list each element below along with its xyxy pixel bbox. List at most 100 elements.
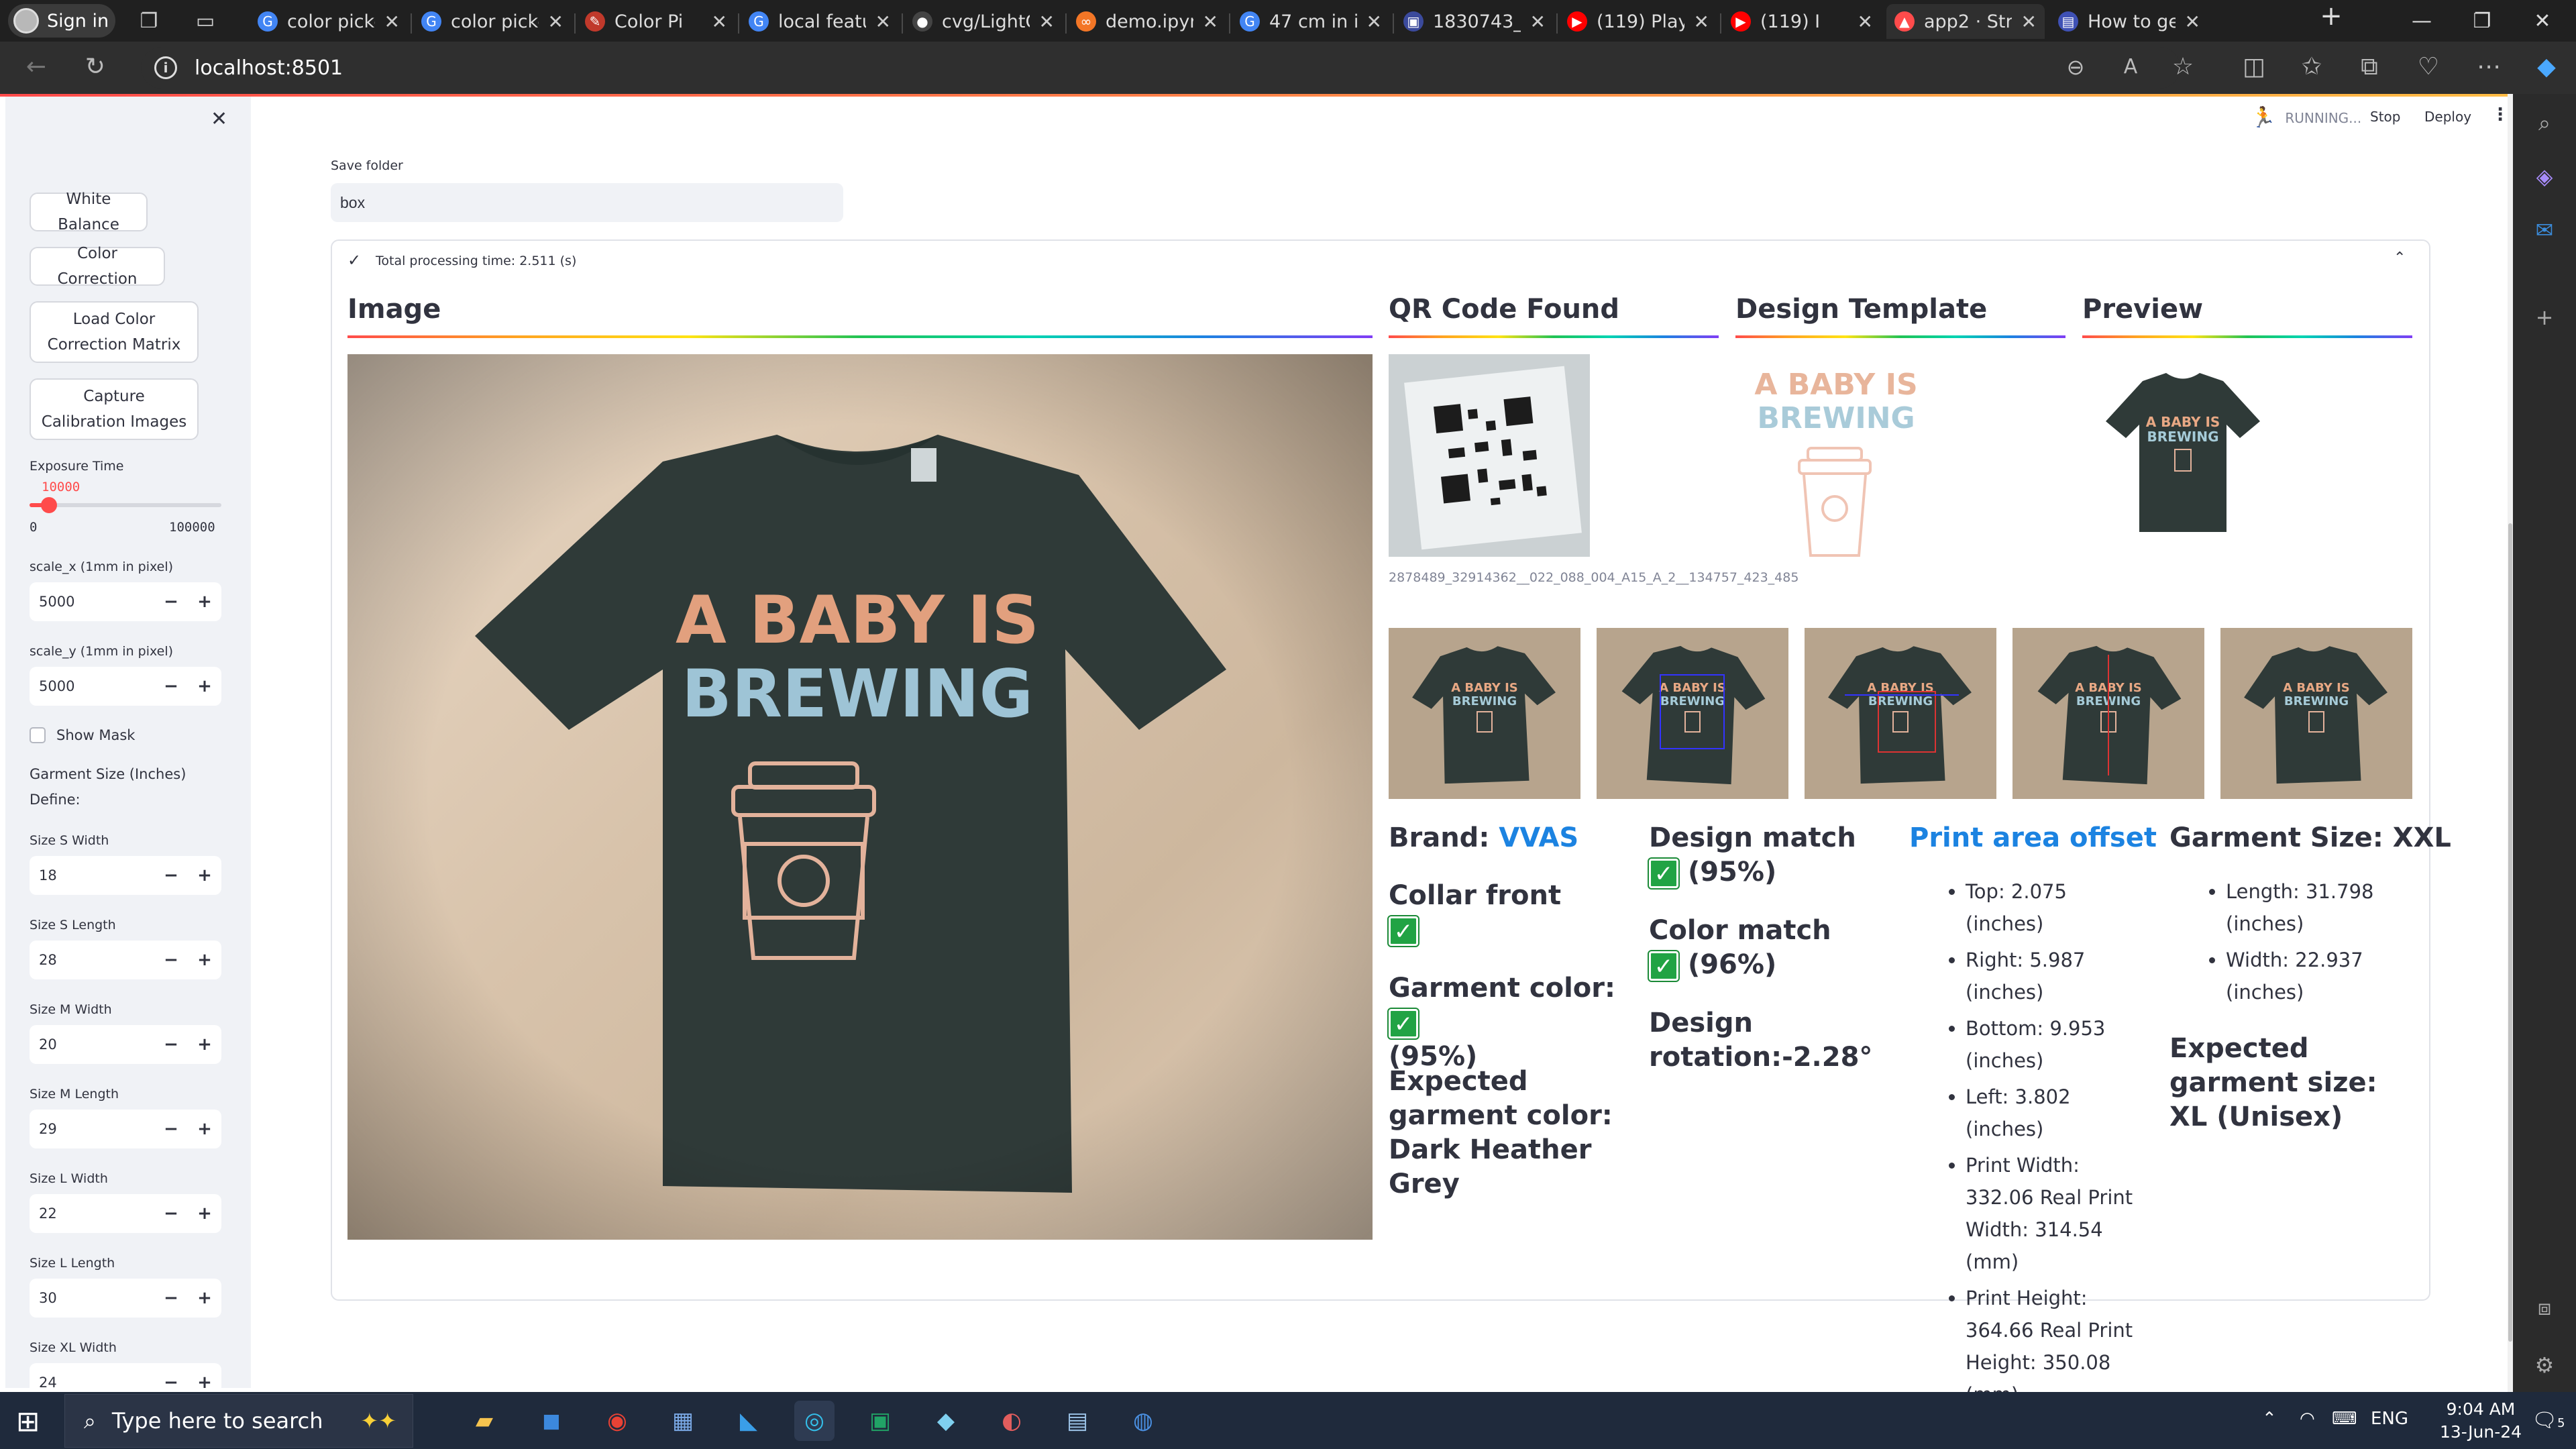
app-icon[interactable]: ▦ bbox=[663, 1401, 703, 1441]
capture-calibration-images-button[interactable]: Capture Calibration Images bbox=[30, 378, 199, 440]
size-input[interactable]: 18− + bbox=[30, 856, 221, 895]
tab-5[interactable]: ● cvg/LightGl ✕ bbox=[904, 4, 1063, 39]
tab-7[interactable]: G 47 cm in inc ✕ bbox=[1232, 4, 1390, 39]
new-tab-button[interactable]: + bbox=[2311, 3, 2351, 30]
taskbar-clock[interactable]: 9:04 AM 13-Jun-24 bbox=[2434, 1398, 2528, 1444]
back-arrow-icon[interactable]: ← bbox=[16, 47, 56, 87]
restore-button[interactable]: ❐ bbox=[2462, 8, 2502, 35]
checkbox-box[interactable] bbox=[30, 727, 46, 743]
favorite-star-icon[interactable]: ☆ bbox=[2163, 47, 2203, 87]
keyboard-icon[interactable]: ⌨ bbox=[2332, 1409, 2357, 1429]
size-input[interactable]: 24− + bbox=[30, 1363, 221, 1388]
deploy-button[interactable]: Deploy bbox=[2424, 109, 2471, 125]
tab-1[interactable]: Gcolor picker ✕ bbox=[250, 4, 408, 39]
wifi-icon[interactable]: ◠ bbox=[2300, 1409, 2315, 1429]
size-increment[interactable]: + bbox=[188, 1373, 221, 1388]
tab-12[interactable]: ▤ How to get ✕ bbox=[2050, 4, 2208, 39]
scale-x-increment[interactable]: + bbox=[188, 592, 221, 612]
workspaces-icon[interactable]: ❐ bbox=[136, 8, 162, 35]
reload-icon[interactable]: ↻ bbox=[75, 47, 115, 87]
save-folder-input[interactable] bbox=[331, 183, 843, 222]
settings-gear-icon[interactable]: ⚙ bbox=[2528, 1348, 2561, 1382]
notifications-icon[interactable]: 🗨5 bbox=[2532, 1409, 2565, 1432]
site-info-icon[interactable]: i bbox=[154, 56, 177, 79]
size-decrement[interactable]: − bbox=[154, 1034, 188, 1055]
copilot-icon[interactable]: ◆ bbox=[2526, 47, 2567, 87]
close-tab-icon[interactable]: ✕ bbox=[1694, 11, 1709, 33]
print-offset-title[interactable]: Print area offset bbox=[1909, 821, 2157, 855]
profile-button[interactable]: Sign in bbox=[8, 4, 115, 38]
tab-9[interactable]: ▶ (119) Playlis ✕ bbox=[1559, 4, 1717, 39]
tab-3[interactable]: ✎ Color Pi ✕ bbox=[577, 4, 735, 39]
size-decrement[interactable]: − bbox=[154, 1119, 188, 1139]
size-value[interactable]: 20 bbox=[30, 1036, 154, 1053]
tray-chevron-icon[interactable]: ⌃ bbox=[2262, 1409, 2277, 1429]
close-tab-icon[interactable]: ✕ bbox=[712, 11, 727, 33]
size-decrement[interactable]: − bbox=[154, 1373, 188, 1388]
outlook-icon[interactable]: ✉ bbox=[2528, 213, 2561, 247]
scale-y-decrement[interactable]: − bbox=[154, 676, 188, 696]
store-icon[interactable]: ◼ bbox=[531, 1401, 572, 1441]
close-tab-icon[interactable]: ✕ bbox=[875, 11, 891, 33]
collapse-chevron-icon[interactable]: ⌃ bbox=[2394, 250, 2406, 266]
vscode-icon[interactable]: ◣ bbox=[729, 1401, 769, 1441]
size-value[interactable]: 30 bbox=[30, 1290, 154, 1306]
close-tab-icon[interactable]: ✕ bbox=[1530, 11, 1546, 33]
size-increment[interactable]: + bbox=[188, 1203, 221, 1224]
browser-essentials-icon[interactable]: ♡ bbox=[2408, 47, 2449, 87]
show-mask-checkbox[interactable]: Show Mask bbox=[30, 727, 135, 743]
close-tab-icon[interactable]: ✕ bbox=[1366, 11, 1382, 33]
windows-start-icon[interactable]: ⊞ bbox=[16, 1405, 40, 1438]
scale-y-value[interactable]: 5000 bbox=[30, 678, 154, 694]
calculator-icon[interactable]: ▤ bbox=[1057, 1401, 1097, 1441]
size-increment[interactable]: + bbox=[188, 1034, 221, 1055]
scale-y-increment[interactable]: + bbox=[188, 676, 221, 696]
load-color-correction-matrix-button[interactable]: Load Color Correction Matrix bbox=[30, 301, 199, 363]
zoom-icon[interactable]: ⊖ bbox=[2055, 47, 2096, 87]
paint-icon[interactable]: ◐ bbox=[991, 1401, 1032, 1441]
size-input[interactable]: 20− + bbox=[30, 1025, 221, 1064]
close-tab-icon[interactable]: ✕ bbox=[2185, 11, 2200, 33]
close-tab-icon[interactable]: ✕ bbox=[384, 11, 400, 33]
tab-4[interactable]: Glocal featur ✕ bbox=[741, 4, 899, 39]
size-input[interactable]: 22− + bbox=[30, 1194, 221, 1233]
scale-y-input[interactable]: 5000 − + bbox=[30, 667, 221, 706]
color-correction-button[interactable]: Color Correction bbox=[30, 245, 165, 288]
close-tab-icon[interactable]: ✕ bbox=[548, 11, 564, 33]
more-menu-icon[interactable]: ⋯ bbox=[2469, 47, 2509, 87]
edge-icon[interactable]: ◎ bbox=[794, 1401, 835, 1441]
scale-x-value[interactable]: 5000 bbox=[30, 594, 154, 610]
size-increment[interactable]: + bbox=[188, 865, 221, 885]
page-scrollbar-thumb[interactable] bbox=[2508, 523, 2512, 1342]
excel-icon[interactable]: ▣ bbox=[860, 1401, 900, 1441]
exposure-slider-track[interactable] bbox=[30, 497, 221, 513]
size-input[interactable]: 28− + bbox=[30, 941, 221, 979]
search-icon[interactable]: ⌕ bbox=[2528, 106, 2561, 140]
main-menu-icon[interactable]: ⋮ bbox=[2491, 105, 2509, 125]
size-value[interactable]: 18 bbox=[30, 867, 154, 883]
tab-11[interactable]: ▲ app2 · Strea ✕ bbox=[1886, 4, 2045, 39]
taskbar-search[interactable]: ⌕ Type here to search ✦✦ bbox=[64, 1394, 413, 1448]
split-screen-icon[interactable]: ◫ bbox=[2234, 47, 2274, 87]
size-increment[interactable]: + bbox=[188, 950, 221, 970]
tab-8[interactable]: ▣ 1830743_1.j ✕ bbox=[1395, 4, 1554, 39]
collections-icon[interactable]: ⧉ bbox=[2349, 47, 2390, 87]
tab-10[interactable]: ▶ (119) I ✕ bbox=[1723, 4, 1881, 39]
favorites-icon[interactable]: ✩ bbox=[2292, 47, 2332, 87]
white-balance-button[interactable]: White Balance bbox=[30, 191, 148, 233]
tab-6[interactable]: ∞ demo.ipynb ✕ bbox=[1068, 4, 1226, 39]
language-indicator[interactable]: ENG bbox=[2371, 1409, 2408, 1429]
close-sidebar-icon[interactable]: ✕ bbox=[211, 107, 227, 131]
file-explorer-icon[interactable]: ▰ bbox=[464, 1401, 504, 1441]
minimize-button[interactable]: — bbox=[2402, 8, 2442, 35]
screenshot-icon[interactable]: ⧈ bbox=[2528, 1291, 2561, 1324]
exposure-slider-thumb[interactable] bbox=[40, 497, 57, 513]
tab-actions-icon[interactable]: ▭ bbox=[192, 8, 219, 35]
size-value[interactable]: 28 bbox=[30, 952, 154, 968]
address-bar[interactable]: i localhost:8501 bbox=[141, 47, 2180, 89]
size-decrement[interactable]: − bbox=[154, 865, 188, 885]
size-value[interactable]: 22 bbox=[30, 1205, 154, 1222]
close-tab-icon[interactable]: ✕ bbox=[1858, 11, 1873, 33]
close-tab-icon[interactable]: ✕ bbox=[2021, 11, 2037, 33]
add-app-icon[interactable]: + bbox=[2528, 301, 2561, 334]
